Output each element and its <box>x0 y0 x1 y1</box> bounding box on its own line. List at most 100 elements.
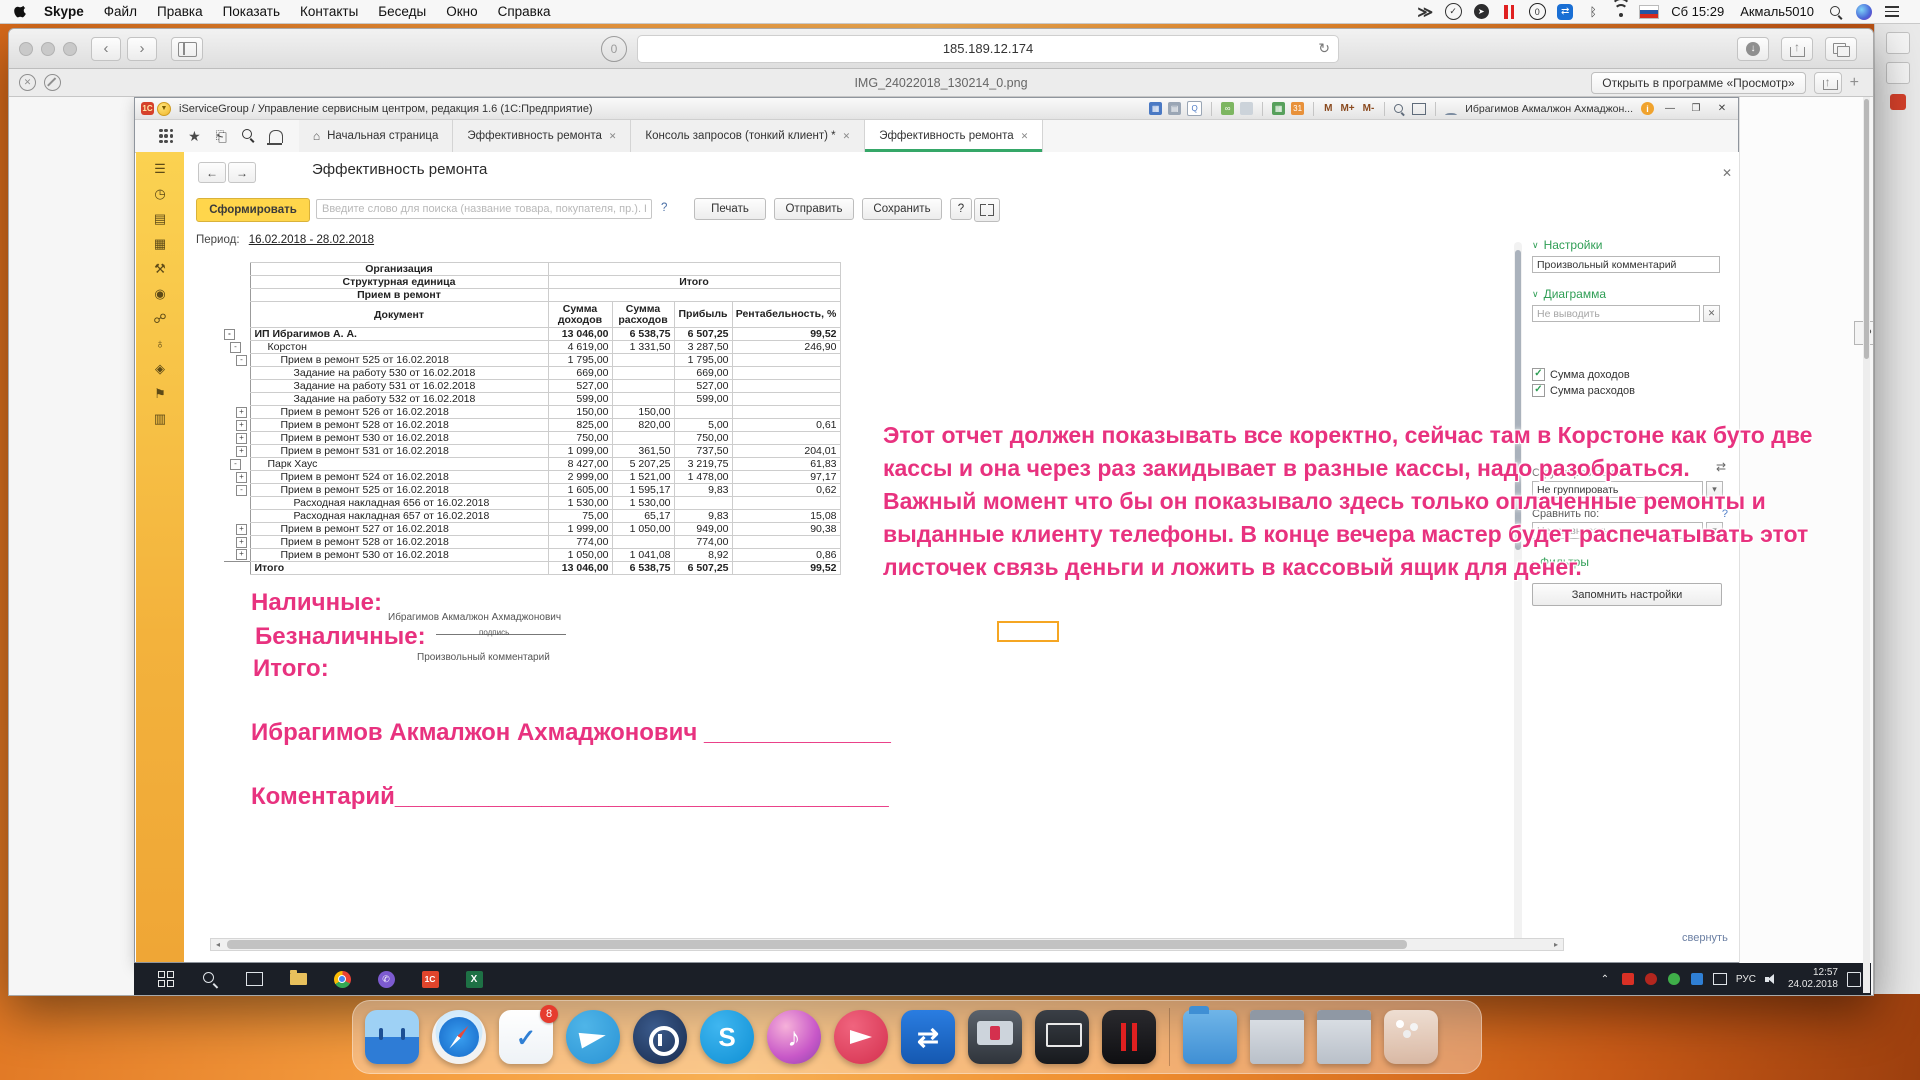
tray-expand-icon[interactable]: ⌃ <box>1598 972 1612 986</box>
menu-item[interactable]: Контакты <box>300 4 358 19</box>
menubar-clock[interactable]: Сб 15:29 <box>1671 4 1724 19</box>
forward-button[interactable]: › <box>127 37 157 61</box>
onec-tab[interactable]: Эффективность ремонта✕ <box>453 120 631 152</box>
menu-item[interactable]: Беседы <box>378 4 426 19</box>
calculator-icon[interactable]: ▦ <box>1272 102 1285 115</box>
chart-type-input[interactable] <box>1532 305 1700 322</box>
table-row[interactable]: -Корстон4 619,001 331,503 287,50246,90 <box>224 341 840 354</box>
checkbox-checked-icon[interactable]: ✓ <box>1532 384 1545 397</box>
downloads-icon[interactable]: ↓ <box>1737 37 1769 61</box>
collapse-icon[interactable]: - <box>230 459 241 470</box>
volume-icon[interactable] <box>1765 972 1779 986</box>
onec-tab[interactable]: Консоль запросов (тонкий клиент) *✕ <box>631 120 865 152</box>
location-icon[interactable]: ➤ <box>1471 3 1491 21</box>
table-row[interactable]: +Прием в ремонт 531 от 16.02.20181 099,0… <box>224 445 840 458</box>
tab-overview-icon[interactable] <box>1825 37 1857 61</box>
section-icon-documents[interactable]: ▤ <box>154 212 166 225</box>
expand-icon[interactable]: + <box>236 420 247 431</box>
dock-icon-folder[interactable] <box>1183 1010 1237 1064</box>
onepassword-extension-icon[interactable]: 0 <box>601 36 627 62</box>
section-icon-flag[interactable]: ⚑ <box>154 387 166 400</box>
notification-center-icon[interactable] <box>1882 3 1902 21</box>
collapse-icon[interactable]: - <box>236 485 247 496</box>
series-checkbox[interactable]: ✓Сумма расходов <box>1532 384 1728 397</box>
save-button[interactable]: Сохранить <box>862 198 942 220</box>
close-circle-icon[interactable]: ✕ <box>19 74 36 91</box>
onec-restore-button[interactable]: ❐ <box>1686 100 1706 117</box>
section-icon-staff[interactable]: ☍ <box>153 312 166 325</box>
active-app-name[interactable]: Skype <box>44 4 84 19</box>
menu-item[interactable]: Справка <box>498 4 551 19</box>
memory-mminus-button[interactable]: М- <box>1363 103 1375 114</box>
onepassword-icon[interactable]: 0 <box>1527 3 1547 21</box>
checkbox-checked-icon[interactable]: ✓ <box>1532 368 1545 381</box>
collapse-link[interactable]: свернуть <box>1682 932 1728 944</box>
dock-icon-skype[interactable]: S <box>700 1010 754 1064</box>
sidebar-button[interactable] <box>171 37 203 61</box>
reload-icon[interactable]: ↻ <box>1318 40 1330 57</box>
chart-section-title[interactable]: ∨Диаграмма <box>1532 287 1728 301</box>
search-help-link[interactable]: ? <box>661 202 667 214</box>
menu-item[interactable]: Окно <box>446 4 477 19</box>
tray-red-icon[interactable] <box>1621 972 1635 986</box>
scale-icon[interactable] <box>1412 103 1426 115</box>
page-scrollbar[interactable] <box>1863 97 1870 993</box>
chrome-icon[interactable] <box>320 963 364 995</box>
memory-m-button[interactable]: М <box>1324 103 1332 114</box>
menu-item[interactable]: Правка <box>157 4 203 19</box>
report-close-icon[interactable]: ✕ <box>1722 166 1732 180</box>
table-row[interactable]: +Прием в ремонт 528 от 16.02.2018825,008… <box>224 419 840 432</box>
table-row[interactable]: -Прием в ремонт 525 от 16.02.20181 795,0… <box>224 354 840 367</box>
menu-item[interactable]: Показать <box>223 4 280 19</box>
calendar-icon[interactable]: 31 <box>1291 102 1304 115</box>
dock-icon-trash[interactable] <box>1384 1010 1438 1064</box>
comment-input[interactable] <box>1532 256 1720 273</box>
taskbar-search-icon[interactable] <box>188 963 232 995</box>
tab-close-icon[interactable]: ✕ <box>843 131 851 142</box>
tray-blue-icon[interactable] <box>1690 972 1704 986</box>
excel-icon[interactable]: X <box>452 963 496 995</box>
dock-icon-remote-desktop[interactable] <box>1035 1010 1089 1064</box>
table-row[interactable]: +Прием в ремонт 526 от 16.02.2018150,001… <box>224 406 840 419</box>
page-share-icon[interactable] <box>1814 72 1842 94</box>
section-icon-reports[interactable]: ▥ <box>154 412 166 425</box>
block-circle-icon[interactable] <box>44 74 61 91</box>
tab-close-icon[interactable]: ✕ <box>1021 131 1029 142</box>
zoom-icon[interactable] <box>1394 103 1406 115</box>
task-view-icon[interactable] <box>232 963 276 995</box>
table-row[interactable]: -ИП Ибрагимов А. А.13 046,006 538,756 50… <box>224 328 840 341</box>
dock-icon-parallels-client[interactable] <box>968 1010 1022 1064</box>
notifications-bell-icon[interactable] <box>269 130 283 143</box>
chart-clear-button[interactable]: ✕ <box>1703 305 1720 322</box>
series-checkbox[interactable]: ✓Сумма доходов <box>1532 368 1728 381</box>
onec-taskbar-icon[interactable]: 1С <box>408 963 452 995</box>
remember-settings-button[interactable]: Запомнить настройки <box>1532 583 1722 606</box>
table-row[interactable]: Задание на работу 530 от 16.02.2018669,0… <box>224 367 840 380</box>
dock-icon-window-preview-2[interactable] <box>1317 1010 1371 1064</box>
expand-icon[interactable]: + <box>236 446 247 457</box>
section-icon-web[interactable]: ♁ <box>155 337 165 350</box>
back-button[interactable]: ‹ <box>91 37 121 61</box>
language-indicator[interactable]: РУС <box>1736 974 1756 985</box>
table-row[interactable]: Задание на работу 531 от 16.02.2018527,0… <box>224 380 840 393</box>
table-row[interactable]: Задание на работу 532 от 16.02.2018599,0… <box>224 393 840 406</box>
nav-forward-button[interactable]: → <box>228 162 256 183</box>
clock-check-icon[interactable]: ✓ <box>1443 3 1463 21</box>
expand-icon[interactable]: + <box>236 433 247 444</box>
dock-icon-share-red[interactable] <box>834 1010 888 1064</box>
share-icon[interactable] <box>1781 37 1813 61</box>
settings-section-title[interactable]: ∨Настройки <box>1532 238 1728 252</box>
open-in-preview-button[interactable]: Открыть в программе «Просмотр» <box>1591 72 1805 94</box>
period-value[interactable]: 16.02.2018 - 28.02.2018 <box>249 234 374 246</box>
table-row[interactable]: +Прием в ремонт 524 от 16.02.20182 999,0… <box>224 471 840 484</box>
history-icon[interactable]: ⎗ <box>216 128 227 145</box>
ru-flag-icon[interactable] <box>1639 3 1659 21</box>
new-tab-icon[interactable]: + <box>1850 74 1859 92</box>
table-row[interactable]: Итого13 046,006 538,756 507,2599,52 <box>224 562 840 575</box>
dock-icon-telegram[interactable] <box>566 1010 620 1064</box>
generate-button[interactable]: Сформировать <box>196 198 310 222</box>
menubar-username[interactable]: Акмаль5010 <box>1740 4 1814 19</box>
spotlight-icon[interactable] <box>1826 3 1846 21</box>
parallels-icon[interactable] <box>1499 3 1519 21</box>
section-icon-partners[interactable]: ◈ <box>155 362 165 375</box>
